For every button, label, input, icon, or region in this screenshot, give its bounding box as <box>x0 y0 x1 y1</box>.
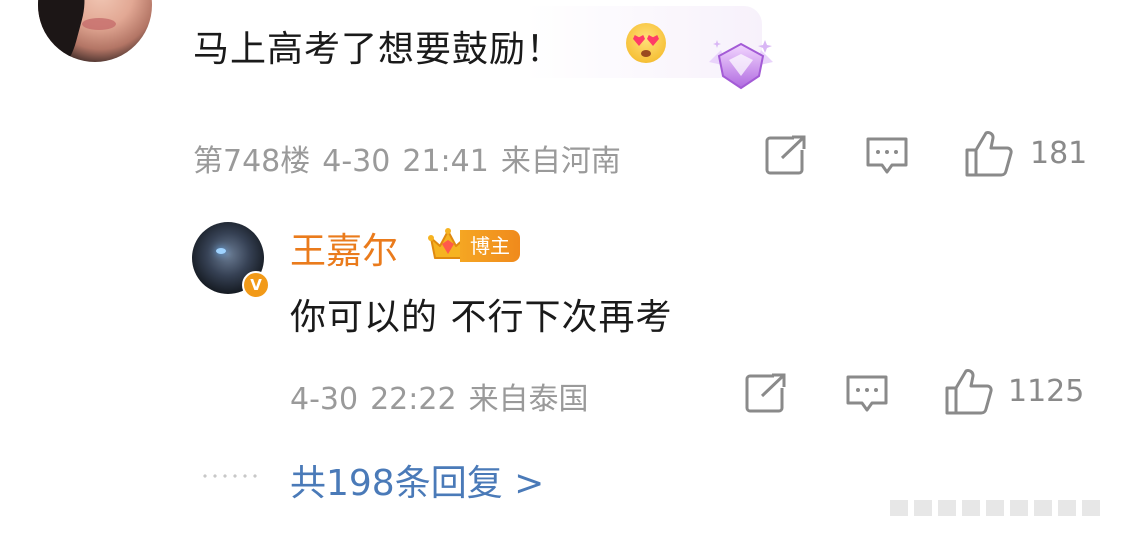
comment-icon[interactable] <box>864 136 910 176</box>
commenter-avatar[interactable] <box>38 0 152 62</box>
heart-eyes-emoji-icon <box>626 23 666 63</box>
avatar-eye-glint <box>216 248 226 254</box>
share-icon[interactable] <box>764 134 808 176</box>
reply-meta: 4-30 22:22 来自泰国 <box>290 374 589 418</box>
reply-author-name[interactable]: 王嘉尔 <box>290 222 398 274</box>
diamond-fan-badge-icon <box>709 40 773 90</box>
comment-location: 来自河南 <box>500 144 621 179</box>
reply-share-icon[interactable] <box>744 372 788 414</box>
reply-like-count: 1125 <box>1008 374 1085 409</box>
verified-badge-icon: V <box>242 271 270 299</box>
thumbs-up-icon[interactable] <box>964 130 1014 178</box>
comment-time: 21:41 <box>402 144 489 179</box>
avatar-hair <box>38 0 94 62</box>
comment-text: 马上高考了想要鼓励！ <box>193 29 564 70</box>
comment-thread: 马上高考了想要鼓励！ 第748楼 4-30 21:41 来自河南 181 V 王… <box>0 0 1125 535</box>
comment-like-count: 181 <box>1030 136 1088 171</box>
blogger-tag: 博主 <box>460 230 520 262</box>
reply-time: 22:22 <box>370 382 457 417</box>
reply-comment-icon[interactable] <box>844 374 890 414</box>
reply-thumbs-up-icon[interactable] <box>944 368 994 416</box>
comment-meta: 第748楼 4-30 21:41 来自河南 <box>193 136 621 180</box>
comment-date: 4-30 <box>322 144 391 179</box>
avatar-mouth <box>82 18 116 30</box>
watermark <box>890 500 1100 516</box>
reply-date: 4-30 <box>290 382 359 417</box>
comment-floor: 第748楼 <box>193 144 311 179</box>
thread-dots <box>200 474 260 478</box>
reply-text: 你可以的 不行下次再考 <box>290 297 673 338</box>
more-replies-link[interactable]: 共198条回复 > <box>290 454 544 506</box>
reply-location: 来自泰国 <box>468 382 589 417</box>
